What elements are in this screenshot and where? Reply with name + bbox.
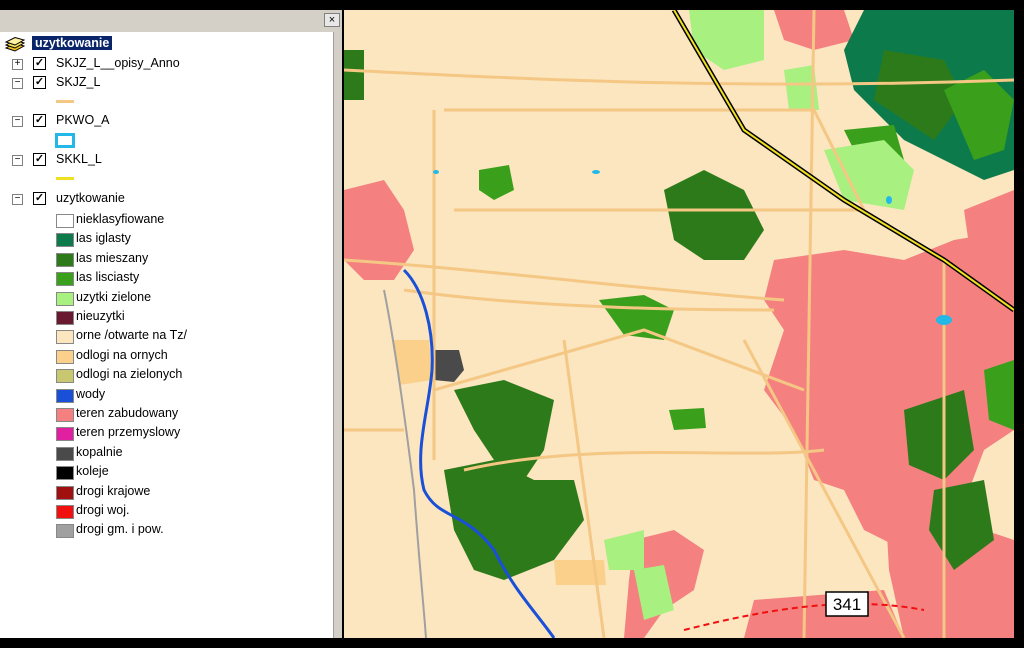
- legend-swatch: [56, 330, 74, 345]
- layer-visibility-checkbox[interactable]: ✓: [33, 57, 46, 70]
- legend-swatch: [56, 233, 74, 248]
- legend-label: drogi krajowe: [76, 483, 151, 498]
- skkl-line-symbol: [56, 177, 74, 180]
- layer-visibility-checkbox[interactable]: ✓: [33, 114, 46, 127]
- legend-swatch: [56, 388, 74, 403]
- legend-swatch: [56, 446, 74, 461]
- legend-label: las mieszany: [76, 250, 149, 265]
- legend-swatch: [56, 291, 74, 306]
- legend-label: drogi woj.: [76, 503, 130, 517]
- legend-swatch: [56, 466, 74, 481]
- legend-label: kopalnie: [76, 444, 123, 459]
- layer-row-uzytkowanie[interactable]: − ✓ uzytkowanie: [0, 191, 330, 209]
- legend-swatch: [56, 311, 74, 325]
- legend-swatch: [56, 427, 74, 442]
- legend-label: koleje: [76, 464, 109, 479]
- legend-swatch: [56, 272, 74, 287]
- legend-swatch: [56, 369, 74, 384]
- road-number-label: 341: [833, 595, 861, 614]
- legend-label: uzytki zielone: [76, 289, 152, 304]
- toc-root-label: uzytkowanie: [32, 36, 113, 50]
- legend-label: teren przemyslowy: [76, 425, 181, 440]
- layer-name: SKJZ_L__opisy_Anno: [56, 56, 180, 70]
- layer-visibility-checkbox[interactable]: ✓: [33, 153, 46, 166]
- legend-label: nieklasyfiowane: [76, 212, 165, 226]
- legend-label: orne /otwarte na Tz/: [76, 328, 187, 343]
- legend-label: nieuzytki: [76, 309, 125, 323]
- layer-row-skkl[interactable]: − ✓ SKKL_L: [0, 152, 330, 170]
- legend-swatch: [56, 485, 74, 500]
- layer-visibility-checkbox[interactable]: ✓: [33, 192, 46, 205]
- legend-swatch: [56, 505, 74, 519]
- legend-label: teren zabudowany: [76, 406, 179, 420]
- layer-name: SKJZ_L: [56, 75, 101, 89]
- toc-scrollbar[interactable]: [333, 32, 342, 638]
- map-view[interactable]: 341: [344, 10, 1014, 638]
- legend-label: wody: [76, 386, 106, 401]
- legend-swatch: [56, 408, 74, 422]
- toc-body: uzytkowanie + ✓ SKJZ_L__opisy_Anno − ✓ S…: [0, 32, 333, 638]
- legend-swatch: [56, 349, 74, 364]
- collapse-icon[interactable]: −: [12, 155, 23, 166]
- toc-titlebar: ×: [0, 10, 342, 32]
- layers-icon: [4, 37, 26, 52]
- skjz-line-symbol: [56, 100, 74, 103]
- legend-swatch: [56, 524, 74, 539]
- layer-name: PKWO_A: [56, 113, 110, 127]
- layer-visibility-checkbox[interactable]: ✓: [33, 76, 46, 89]
- toc-root-row[interactable]: uzytkowanie: [4, 36, 224, 54]
- collapse-icon[interactable]: −: [12, 116, 23, 127]
- layer-name: uzytkowanie: [56, 191, 125, 205]
- table-of-contents-panel: × uzytkowanie + ✓ SKJZ_L__opisy_Anno − ✓…: [0, 10, 342, 638]
- collapse-icon[interactable]: −: [12, 78, 23, 89]
- layer-row-skjz-anno[interactable]: + ✓ SKJZ_L__opisy_Anno: [0, 56, 330, 74]
- layer-row-skjz[interactable]: − ✓ SKJZ_L: [0, 75, 330, 93]
- legend-label: odlogi na zielonych: [76, 367, 183, 382]
- legend-swatch: [56, 214, 74, 228]
- layer-name: SKKL_L: [56, 152, 102, 166]
- legend-label: las iglasty: [76, 231, 131, 246]
- fallow-area: [554, 560, 606, 585]
- legend-label: drogi gm. i pow.: [76, 522, 164, 537]
- layer-row-pkwo[interactable]: − ✓ PKWO_A: [0, 113, 330, 131]
- map-canvas[interactable]: 341: [344, 10, 1014, 638]
- legend-swatch: [56, 252, 74, 267]
- legend-label: odlogi na ornych: [76, 347, 168, 362]
- expand-icon[interactable]: +: [12, 59, 23, 70]
- collapse-icon[interactable]: −: [12, 194, 23, 205]
- legend-label: las lisciasty: [76, 270, 140, 285]
- pkwo-polygon-symbol: [55, 133, 75, 148]
- close-icon[interactable]: ×: [324, 13, 340, 27]
